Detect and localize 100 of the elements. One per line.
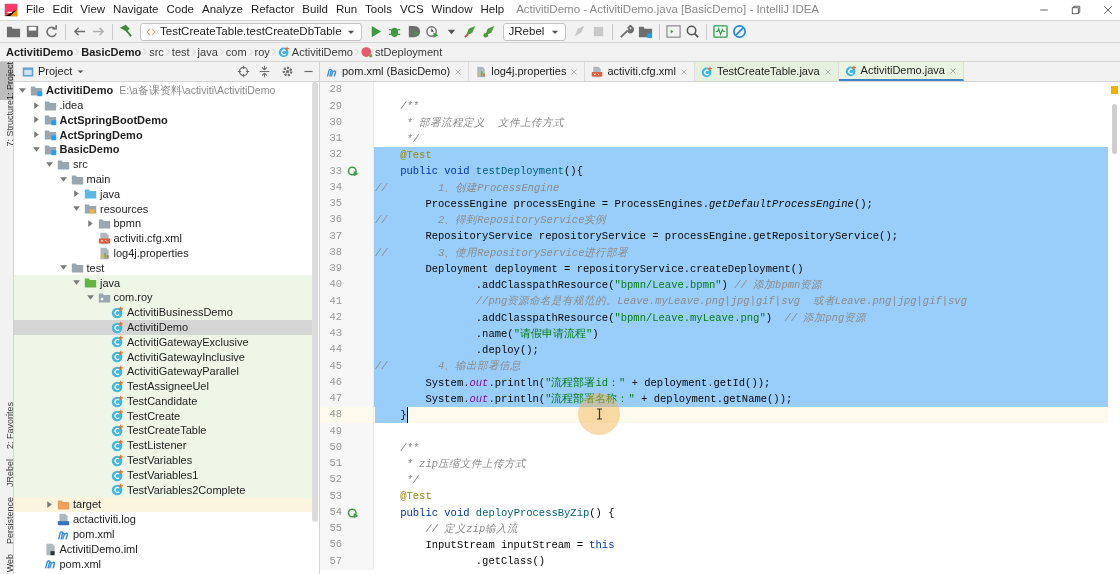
collapsed-arrow-icon[interactable] bbox=[72, 189, 81, 199]
line-number: 51 bbox=[328, 456, 342, 471]
code-line: .addClasspathResource("bpmn/Leave.myLeave.png") // 添加png资源 bbox=[474, 310, 867, 326]
tool-window-tab[interactable]: 1: Project bbox=[0, 62, 13, 101]
tree-label: java bbox=[100, 275, 121, 291]
collapsed-arrow-icon[interactable] bbox=[45, 500, 54, 510]
tree-label: ActivitiDemo bbox=[127, 319, 189, 335]
tree-row[interactable]: pom.xml bbox=[14, 556, 312, 572]
code-line: Deployment deployment = repositoryService.createDeployment() bbox=[424, 261, 804, 277]
tree-row[interactable]: com.roy bbox=[14, 290, 312, 305]
scrollbar-thumb[interactable] bbox=[312, 82, 318, 522]
jrebel-dropdown[interactable]: JRebel bbox=[502, 22, 567, 41]
run-config-dropdown[interactable]: TestCreateTable.testCreateDbTable bbox=[140, 22, 362, 41]
editor-tab[interactable]: activiti.cfg.xml bbox=[585, 62, 695, 81]
breadcrumb-item[interactable]: java bbox=[197, 43, 218, 61]
tool-window-tab[interactable]: Persistence bbox=[0, 496, 13, 544]
search-icon[interactable] bbox=[685, 24, 701, 39]
panel-icon bbox=[22, 65, 34, 78]
tool-window-tab[interactable]: 7: Structure bbox=[0, 100, 13, 147]
breadcrumb-item[interactable]: stDeployment bbox=[360, 43, 443, 61]
menu-item[interactable]: View bbox=[76, 1, 110, 19]
tree-row[interactable]: src bbox=[14, 157, 312, 172]
tree-row[interactable]: java bbox=[14, 275, 312, 291]
menu-item[interactable]: Refactor bbox=[246, 1, 299, 19]
tool-window-tab[interactable]: JRebel bbox=[0, 458, 13, 487]
breadcrumb-item[interactable]: test bbox=[171, 43, 190, 61]
expanded-arrow-icon[interactable] bbox=[72, 204, 81, 214]
tree-row[interactable]: java bbox=[14, 186, 312, 202]
tree-row[interactable]: BasicDemo bbox=[14, 142, 312, 157]
breadcrumb-item[interactable]: BasicDemo bbox=[81, 43, 142, 61]
hammer-icon[interactable] bbox=[119, 24, 134, 39]
breadcrumb-item[interactable]: src bbox=[149, 43, 164, 61]
project-structure-icon[interactable] bbox=[638, 24, 654, 39]
code-line: // 2、得到RepositoryService实例 bbox=[375, 213, 607, 228]
restore-icon[interactable] bbox=[1070, 4, 1082, 16]
tree-row[interactable]: ActivitiGatewayParallel bbox=[14, 364, 312, 379]
menu-item[interactable]: Analyze bbox=[197, 1, 247, 19]
menu-item[interactable]: Navigate bbox=[109, 1, 163, 19]
settings-icon[interactable] bbox=[281, 65, 294, 78]
tree-row[interactable]: .idea bbox=[14, 97, 312, 113]
tree-row[interactable]: main bbox=[14, 171, 312, 187]
editor-tab[interactable]: pom.xml (BasicDemo) bbox=[320, 62, 470, 81]
tree-row[interactable]: ActivitiGatewayInclusive bbox=[14, 349, 312, 365]
tree-row[interactable]: ActivitiDemo E:\a备课资料\activiti\ActivitiDemo bbox=[14, 83, 312, 98]
code-line: * 部署流程定义 文件上传方式 bbox=[405, 115, 564, 131]
tree-row[interactable]: target bbox=[14, 497, 312, 513]
line-number: 46 bbox=[328, 374, 342, 390]
editor-tab[interactable]: ActivitiDemo.java bbox=[838, 62, 964, 81]
tree-label: ActivitiBusinessDemo bbox=[127, 305, 233, 321]
tree-row[interactable]: TestListener bbox=[14, 438, 312, 453]
project-view-dropdown[interactable]: Project bbox=[22, 63, 86, 80]
breadcrumb-item[interactable]: ActivitiDemo bbox=[6, 43, 74, 61]
folder-icon[interactable] bbox=[6, 24, 21, 39]
tree-label: pom.xml bbox=[73, 527, 115, 543]
refresh-icon[interactable] bbox=[44, 24, 59, 39]
tree-row[interactable]: ActSpringBootDemo bbox=[14, 112, 312, 128]
menu-item[interactable]: Run bbox=[331, 1, 362, 19]
menu-item[interactable]: Code bbox=[162, 1, 198, 19]
rocket-icon[interactable] bbox=[462, 24, 478, 39]
profiler-icon[interactable] bbox=[424, 24, 440, 39]
scrollbar-thumb[interactable] bbox=[1111, 104, 1117, 154]
menu-item[interactable]: Help bbox=[476, 1, 509, 19]
tree-row[interactable]: activiti.cfg.xml bbox=[14, 230, 312, 246]
tree-row[interactable]: TestCreateTable bbox=[14, 423, 312, 439]
log-file-icon bbox=[57, 513, 70, 526]
menu-item[interactable]: VCS bbox=[395, 1, 428, 19]
tree-row[interactable]: pom.xml bbox=[14, 526, 312, 542]
expanded-arrow-icon[interactable] bbox=[18, 85, 27, 95]
tree-row[interactable]: bpmn bbox=[14, 216, 312, 231]
tree-row[interactable]: ActSpringDemo bbox=[14, 127, 312, 143]
tree-row[interactable]: test bbox=[14, 260, 312, 276]
tree-row[interactable]: ActivitiDemo.iml bbox=[14, 541, 312, 557]
editor-tab[interactable]: log4j.properties bbox=[469, 62, 586, 81]
activity-monitor-icon[interactable] bbox=[713, 24, 729, 39]
tree-row[interactable]: actactiviti.log bbox=[14, 512, 312, 527]
tool-window-tab[interactable]: Web bbox=[0, 553, 13, 572]
run-test-icon[interactable] bbox=[347, 165, 359, 178]
tree-row[interactable]: resources bbox=[14, 201, 312, 217]
line-number: 55 bbox=[328, 521, 342, 536]
breadcrumb-item[interactable]: roy bbox=[254, 43, 270, 61]
breadcrumb-item[interactable]: com bbox=[225, 43, 247, 61]
close-icon[interactable] bbox=[1102, 4, 1114, 16]
tool-window-tab[interactable]: 2: Favorites bbox=[0, 401, 13, 449]
breadcrumb-item[interactable]: ActivitiDemo bbox=[277, 43, 353, 61]
properties-file-icon bbox=[475, 65, 488, 78]
menu-item[interactable]: File bbox=[22, 1, 49, 19]
tree-row[interactable]: log4j.properties bbox=[14, 245, 312, 261]
menu-item[interactable]: Build bbox=[298, 1, 332, 19]
editor-tab[interactable]: TestCreateTable.java bbox=[694, 62, 839, 81]
menu-item[interactable]: Window bbox=[427, 1, 477, 19]
menu-item[interactable]: Edit bbox=[48, 1, 77, 19]
locate-icon[interactable] bbox=[237, 65, 250, 78]
run-test-icon[interactable] bbox=[347, 506, 359, 519]
warning-marker[interactable] bbox=[1110, 86, 1118, 94]
menu-item[interactable]: Tools bbox=[361, 1, 396, 19]
collapsed-arrow-icon[interactable] bbox=[85, 219, 95, 229]
collapse-icon[interactable] bbox=[258, 65, 271, 78]
prohibited-icon[interactable] bbox=[732, 24, 748, 39]
wrench-icon[interactable] bbox=[619, 24, 635, 39]
save-icon[interactable] bbox=[25, 24, 40, 39]
